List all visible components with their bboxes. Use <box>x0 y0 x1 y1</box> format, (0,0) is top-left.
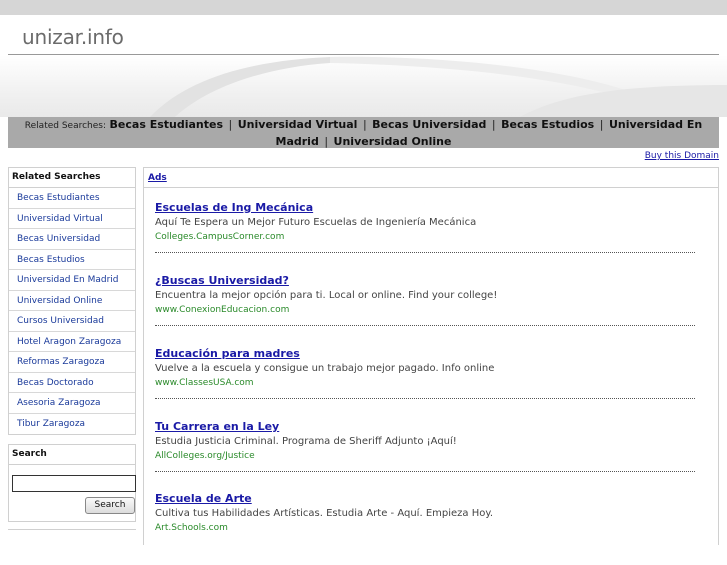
ad-item: Escuela de Arte Cultiva tus Habilidades … <box>155 492 695 565</box>
sidebar-search-box: Search Search <box>8 444 136 522</box>
related-bar-link-becas-estudios[interactable]: Becas Estudios <box>501 118 594 131</box>
ad-title[interactable]: ¿Buscas Universidad? <box>155 274 289 287</box>
related-bar-link-becas-estudiantes[interactable]: Becas Estudiantes <box>110 118 223 131</box>
related-bar-separator: | <box>362 118 367 131</box>
sidebar: Related Searches Becas Estudiantes Unive… <box>8 167 136 532</box>
related-bar-separator: | <box>491 118 496 131</box>
sidebar-related-searches: Related Searches Becas Estudiantes Unive… <box>8 167 136 435</box>
ad-description: Aquí Te Espera un Mejor Futuro Escuelas … <box>155 217 477 228</box>
search-heading: Search <box>9 445 135 465</box>
related-bar-separator: | <box>324 135 329 148</box>
search-input[interactable] <box>12 475 136 492</box>
sidebar-item-universidad-online[interactable]: Universidad Online <box>9 291 135 311</box>
sidebar-item-universidad-virtual[interactable]: Universidad Virtual <box>9 209 135 229</box>
ad-divider <box>155 471 695 472</box>
sidebar-heading: Related Searches <box>9 168 135 188</box>
related-bar-link-universidad-online[interactable]: Universidad Online <box>334 135 452 148</box>
related-bar-separator: | <box>599 118 604 131</box>
related-searches-bar: Related Searches: Becas Estudiantes | Un… <box>8 117 719 148</box>
ad-description: Encuentra la mejor opción para ti. Local… <box>155 290 498 301</box>
sidebar-item-asesoria-zaragoza[interactable]: Asesoria Zaragoza <box>9 393 135 414</box>
ad-description: Vuelve a la escuela y consigue un trabaj… <box>155 363 495 374</box>
site-header: unizar.info <box>0 15 727 117</box>
sidebar-item-becas-estudiantes[interactable]: Becas Estudiantes <box>9 188 135 209</box>
sidebar-item-becas-estudios[interactable]: Becas Estudios <box>9 250 135 270</box>
ad-description: Estudia Justicia Criminal. Programa de S… <box>155 436 457 447</box>
ad-divider <box>155 325 695 326</box>
ads-label[interactable]: Ads <box>148 173 167 183</box>
sidebar-item-hotel-aragon-zaragoza[interactable]: Hotel Aragon Zaragoza <box>9 332 135 352</box>
ad-item: Escuelas de Ing Mecánica Aquí Te Espera … <box>155 201 695 274</box>
ad-title[interactable]: Escuela de Arte <box>155 492 252 505</box>
ad-title[interactable]: Educación para madres <box>155 347 300 360</box>
ad-url[interactable]: www.ConexionEducacion.com <box>155 305 289 315</box>
related-bar-link-universidad-virtual[interactable]: Universidad Virtual <box>238 118 358 131</box>
ad-url[interactable]: Colleges.CampusCorner.com <box>155 232 284 242</box>
sidebar-item-reformas-zaragoza[interactable]: Reformas Zaragoza <box>9 352 135 373</box>
related-bar-link-becas-universidad[interactable]: Becas Universidad <box>372 118 486 131</box>
top-bar <box>0 0 727 15</box>
ad-title[interactable]: Tu Carrera en la Ley <box>155 420 279 433</box>
ad-divider <box>155 398 695 399</box>
ad-description: Cultiva tus Habilidades Artísticas. Estu… <box>155 508 494 519</box>
related-searches-bar-label: Related Searches: <box>24 121 107 131</box>
sidebar-item-becas-doctorado[interactable]: Becas Doctorado <box>9 373 135 393</box>
ads-divider <box>144 187 718 188</box>
sidebar-item-universidad-en-madrid[interactable]: Universidad En Madrid <box>9 270 135 291</box>
ad-url[interactable]: AllColleges.org/Justice <box>155 451 255 461</box>
ad-item: ¿Buscas Universidad? Encuentra la mejor … <box>155 274 695 347</box>
sidebar-item-cursos-universidad[interactable]: Cursos Universidad <box>9 311 135 332</box>
ad-url[interactable]: Art.Schools.com <box>155 523 228 533</box>
ad-item: Educación para madres Vuelve a la escuel… <box>155 347 695 420</box>
buy-domain-link[interactable]: Buy this Domain <box>645 151 719 161</box>
ads-panel: Ads Escuelas de Ing Mecánica Aquí Te Esp… <box>143 167 719 545</box>
search-button[interactable]: Search <box>85 497 135 514</box>
ad-url[interactable]: www.ClassesUSA.com <box>155 378 254 388</box>
header-swoosh-graphic <box>0 55 727 117</box>
ad-item: Tu Carrera en la Ley Estudia Justicia Cr… <box>155 420 695 493</box>
related-bar-separator: | <box>228 118 233 131</box>
sidebar-item-becas-universidad[interactable]: Becas Universidad <box>9 229 135 250</box>
sidebar-item-tibur-zaragoza[interactable]: Tibur Zaragoza <box>9 414 135 435</box>
site-title[interactable]: unizar.info <box>22 25 124 49</box>
ad-divider <box>155 252 695 253</box>
sidebar-bottom-edge <box>8 529 136 532</box>
ad-title[interactable]: Escuelas de Ing Mecánica <box>155 201 313 214</box>
title-divider <box>8 54 719 55</box>
